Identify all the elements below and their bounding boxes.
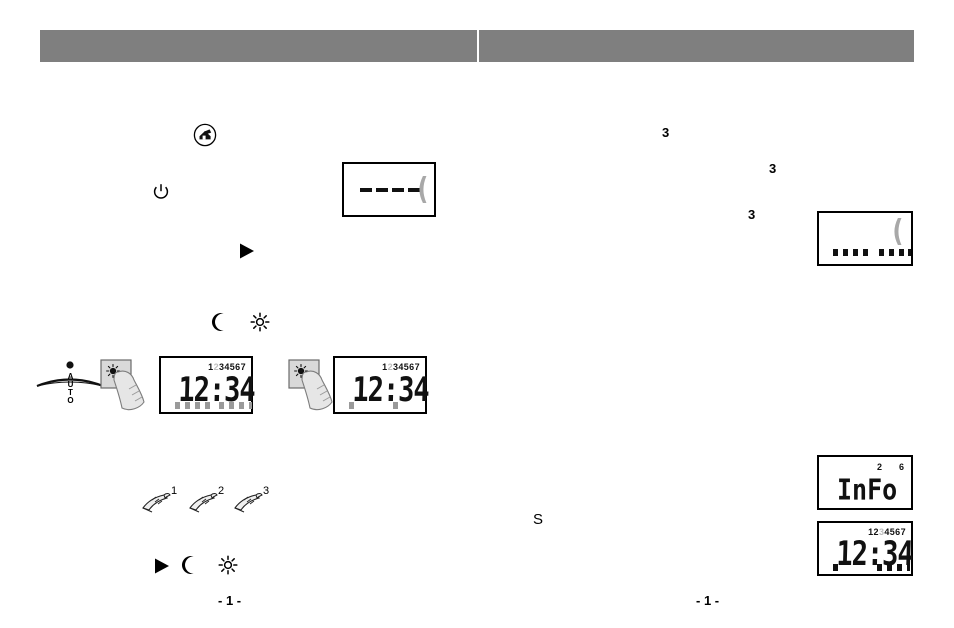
lcd-bar [239, 402, 244, 409]
flame-icon: ( [892, 214, 904, 249]
step-number: 3 [748, 207, 756, 222]
header-banner-divider [477, 28, 479, 64]
page-number-right: - 1 - [696, 593, 720, 608]
lcd-bar [887, 564, 892, 571]
lcd-bar [175, 402, 180, 409]
lcd-bar [897, 564, 902, 571]
lcd-bar [879, 249, 884, 256]
hand-step-label: 3 [263, 485, 270, 497]
lcd-bar [349, 402, 354, 409]
lcd-bar [205, 402, 210, 409]
hand-press-icon [140, 489, 174, 515]
hand-press-icon [187, 489, 221, 515]
sun-icon [250, 312, 270, 332]
lcd-dash-segment [392, 188, 404, 192]
hand-step-label: 1 [171, 485, 178, 497]
lcd-display-time-mid: 1234567 12:34 [333, 356, 430, 414]
lcd-bar [889, 249, 894, 256]
lcd-bar [393, 402, 398, 409]
lcd-dash-segment [376, 188, 388, 192]
lcd-display-dashes: ( [342, 162, 436, 217]
lcd-display-info: 2 6 InFo [817, 455, 913, 510]
lcd-bar [877, 564, 882, 571]
lcd-bar [853, 249, 858, 256]
lcd-bar [899, 249, 904, 256]
page-number-left: - 1 - [218, 593, 242, 608]
hand-press-icon [232, 489, 266, 515]
lcd-display-time-right: 1234567 12:34 [817, 521, 913, 576]
lcd-bar [863, 249, 868, 256]
lcd-bar [907, 564, 910, 571]
lcd-sup-left: 2 [877, 462, 883, 472]
step-number: 3 [662, 125, 670, 140]
lcd-bar [908, 249, 911, 256]
home-in-circle-icon [193, 123, 217, 147]
lcd-bar [219, 402, 224, 409]
lcd-bar [249, 402, 252, 409]
lcd-sup-right: 6 [899, 462, 905, 472]
stray-letter: S [533, 511, 544, 528]
dial-label: AUTO [66, 372, 75, 404]
lcd-word-value: InFo [837, 473, 898, 507]
manual-page: AUTO 1 2 3 (1234567 12:34 1234567 12:34… [0, 0, 954, 628]
lcd-dash-segment [360, 188, 372, 192]
lcd-bar [229, 402, 234, 409]
lcd-bar [833, 249, 838, 256]
moon-icon [211, 312, 229, 332]
hand-step-label: 2 [218, 485, 225, 497]
lcd-bar [185, 402, 190, 409]
play-triangle-icon [153, 557, 171, 575]
step-number: 3 [769, 161, 777, 176]
lcd-bar [833, 564, 838, 571]
lcd-display-flame-bars: ( [817, 211, 913, 266]
lcd-display-time-left: 1234567 12:34 [159, 356, 255, 414]
power-icon [152, 183, 170, 201]
sun-icon [218, 555, 238, 575]
lcd-time-value: 12:34 [351, 371, 430, 410]
moon-icon [181, 555, 199, 575]
lcd-bar [843, 249, 848, 256]
hand-press-icon [100, 358, 156, 414]
play-triangle-icon [238, 242, 256, 260]
lcd-bar [195, 402, 200, 409]
flame-icon: ( [417, 172, 429, 207]
